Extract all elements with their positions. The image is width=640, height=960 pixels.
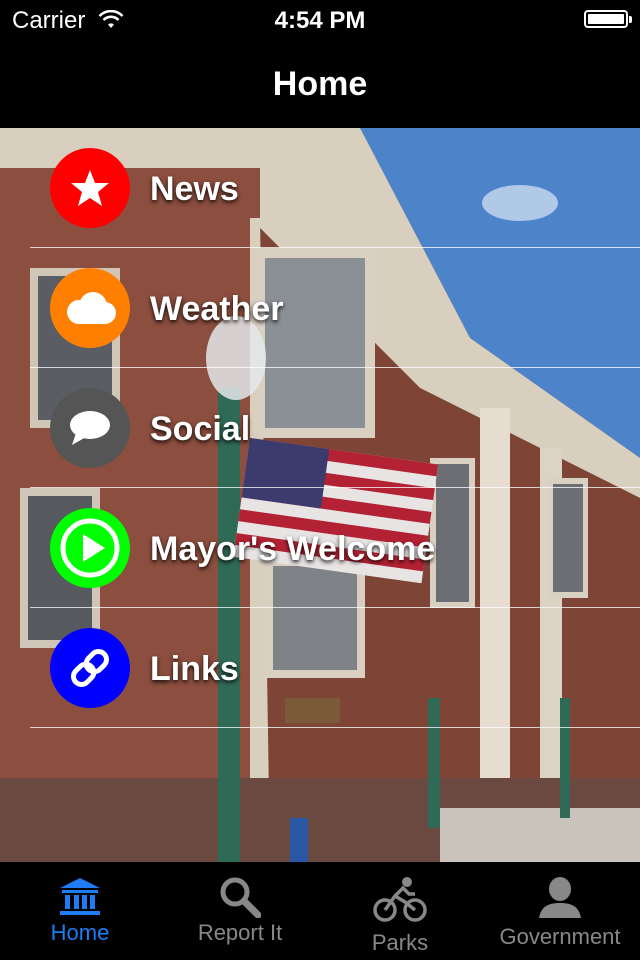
tab-home[interactable]: Home	[0, 862, 160, 960]
building-icon	[58, 876, 102, 921]
star-icon	[50, 148, 130, 228]
cloud-icon	[50, 268, 130, 348]
menu-item-links[interactable]: Links	[30, 608, 640, 728]
tab-government[interactable]: Government	[480, 862, 640, 960]
tab-report-it[interactable]: Report It	[160, 862, 320, 960]
tab-label: Parks	[371, 930, 429, 955]
menu-item-news[interactable]: News	[30, 128, 640, 248]
clock-time: 4:54 PM	[274, 7, 366, 34]
link-icon	[50, 628, 130, 708]
menu-item-label: Weather	[150, 290, 284, 328]
status-bar: Carrier 4:54 PM	[0, 0, 640, 40]
home-menu: News Weather Social Mayor's Welcome Link…	[0, 128, 640, 728]
speech-bubble-icon	[50, 388, 130, 468]
menu-item-label: News	[150, 170, 239, 208]
tab-bar: Home Report It Parks Government	[0, 862, 640, 960]
menu-item-mayors-welcome[interactable]: Mayor's Welcome	[30, 488, 640, 608]
tab-label: Home	[50, 920, 110, 945]
menu-item-label: Links	[150, 650, 239, 688]
play-icon	[50, 508, 130, 588]
menu-item-label: Mayor's Welcome	[150, 530, 436, 568]
tab-label: Report It	[197, 920, 283, 945]
menu-item-social[interactable]: Social	[30, 368, 640, 488]
tab-parks[interactable]: Parks	[320, 862, 480, 960]
menu-item-label: Social	[150, 410, 251, 448]
tab-label: Government	[499, 924, 621, 949]
person-icon	[537, 876, 583, 925]
search-icon	[219, 876, 262, 923]
menu-item-weather[interactable]: Weather	[30, 248, 640, 368]
page-title: Home	[272, 65, 368, 103]
nav-bar: Home	[0, 40, 640, 128]
battery-icon	[584, 10, 632, 28]
bicycle-icon	[373, 876, 427, 927]
